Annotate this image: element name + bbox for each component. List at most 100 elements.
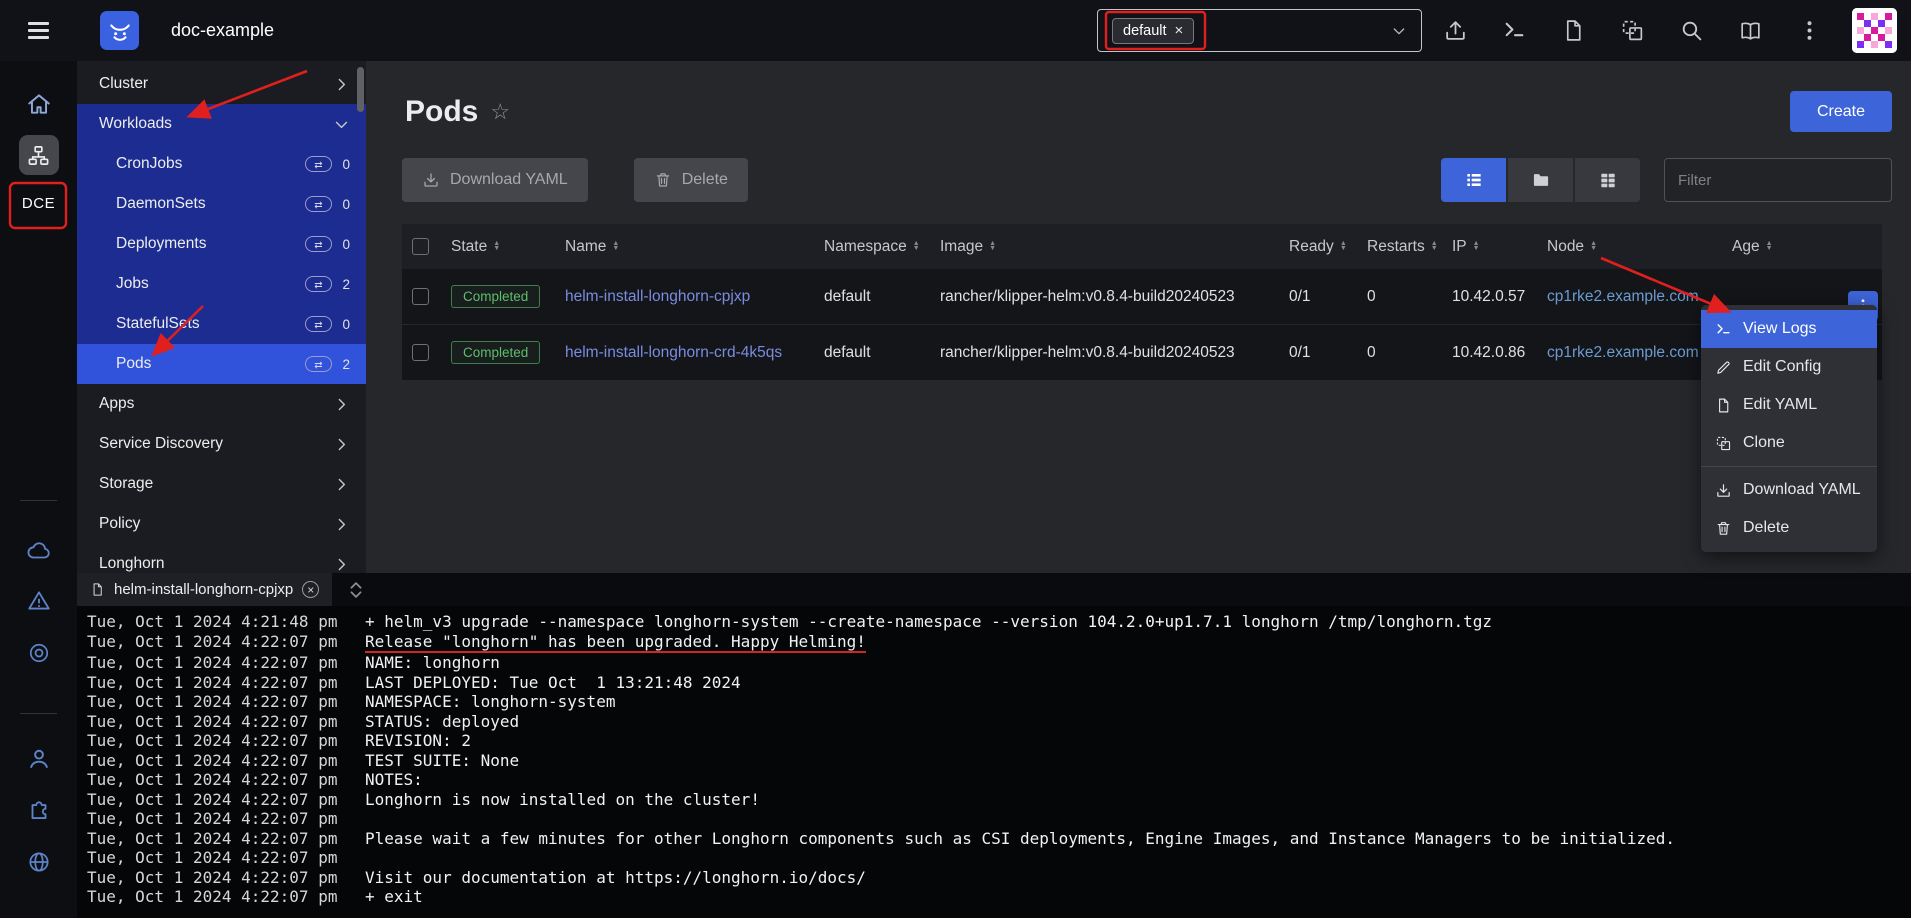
rancher-logo-icon[interactable] bbox=[100, 11, 139, 50]
sidebar-subitem[interactable]: Deployments 0 bbox=[77, 224, 366, 264]
menu-item-icon bbox=[1715, 482, 1732, 499]
kubectl-shell-icon[interactable] bbox=[1502, 18, 1527, 43]
column-header[interactable]: State bbox=[443, 238, 557, 256]
log-line: Tue, Oct 1 2024 4:22:07 pm NAME: longhor… bbox=[87, 653, 1911, 673]
menu-item-label: Download YAML bbox=[1743, 481, 1861, 499]
sort-icon bbox=[1473, 242, 1480, 251]
sidebar-subitem-label: StatefulSets bbox=[116, 315, 200, 333]
import-yaml-icon[interactable] bbox=[1443, 18, 1468, 43]
log-text: REVISION: 2 bbox=[365, 731, 471, 751]
user-icon bbox=[26, 746, 52, 772]
users-nav[interactable] bbox=[0, 746, 77, 772]
column-header[interactable]: Image bbox=[932, 238, 1281, 256]
menu-item[interactable]: View Logs bbox=[1701, 310, 1877, 348]
folder-view-button[interactable] bbox=[1508, 158, 1573, 202]
sidebar-item[interactable]: Policy bbox=[77, 504, 366, 544]
row-checkbox[interactable] bbox=[412, 344, 429, 361]
column-header[interactable]: Namespace bbox=[816, 238, 932, 256]
status-badge: Completed bbox=[451, 341, 540, 364]
cell-ready: 0/1 bbox=[1281, 288, 1359, 306]
row-checkbox[interactable] bbox=[412, 288, 429, 305]
list-view-button[interactable] bbox=[1441, 158, 1506, 202]
hamburger-menu-button[interactable] bbox=[0, 20, 77, 42]
menu-item[interactable]: Download YAML bbox=[1701, 471, 1877, 509]
sidebar-item[interactable]: Apps bbox=[77, 384, 366, 424]
file-icon[interactable] bbox=[1561, 18, 1586, 43]
sidebar-item-label: Apps bbox=[99, 395, 134, 413]
cluster-name: doc-example bbox=[171, 20, 274, 41]
log-text: NOTES: bbox=[365, 770, 423, 790]
workload-count: 0 bbox=[340, 157, 350, 172]
search-icon[interactable] bbox=[1679, 18, 1704, 43]
create-button[interactable]: Create bbox=[1790, 91, 1892, 132]
copy-icon[interactable] bbox=[1620, 18, 1645, 43]
sidebar-scrollbar[interactable] bbox=[357, 67, 364, 112]
sidebar-item-label: Service Discovery bbox=[99, 435, 223, 453]
sidebar-subitem-label: CronJobs bbox=[116, 155, 182, 173]
menu-item[interactable]: Clone bbox=[1701, 424, 1877, 462]
cell-restarts: 0 bbox=[1359, 344, 1444, 362]
menu-item[interactable]: Edit YAML bbox=[1701, 386, 1877, 424]
favorite-star-icon[interactable] bbox=[490, 99, 510, 125]
sidebar-subitem[interactable]: Jobs 2 bbox=[77, 264, 366, 304]
table-row[interactable]: Completed helm-install-longhorn-cpjxp de… bbox=[402, 269, 1882, 325]
log-tab-bar: helm-install-longhorn-cpjxp bbox=[77, 573, 1911, 606]
sort-icon bbox=[913, 242, 920, 251]
delete-button[interactable]: Delete bbox=[634, 158, 748, 202]
fleet-nav[interactable] bbox=[0, 640, 77, 666]
cell-ip: 10.42.0.86 bbox=[1444, 344, 1539, 362]
log-tab[interactable]: helm-install-longhorn-cpjxp bbox=[77, 573, 332, 606]
scale-icon bbox=[314, 355, 322, 373]
close-tab-icon[interactable] bbox=[302, 581, 319, 598]
column-header[interactable]: Restarts bbox=[1359, 238, 1444, 256]
grid-view-button[interactable] bbox=[1575, 158, 1640, 202]
sidebar-item-workloads[interactable]: Workloads bbox=[77, 104, 366, 144]
expand-panel-icon[interactable] bbox=[345, 579, 367, 601]
global-settings-nav[interactable] bbox=[0, 849, 77, 875]
download-icon bbox=[422, 171, 440, 189]
sidebar-item[interactable]: Cluster bbox=[77, 64, 366, 104]
alerts-nav[interactable] bbox=[0, 588, 77, 614]
docs-icon[interactable] bbox=[1738, 18, 1763, 43]
namespace-chip[interactable]: default bbox=[1112, 18, 1194, 44]
menu-item[interactable]: Edit Config bbox=[1701, 348, 1877, 386]
cluster-nav[interactable] bbox=[0, 135, 77, 175]
column-header[interactable]: Name bbox=[557, 238, 816, 256]
column-header[interactable]: Age bbox=[1724, 238, 1882, 256]
column-header[interactable]: IP bbox=[1444, 238, 1539, 256]
sidebar-subitem[interactable]: CronJobs 0 bbox=[77, 144, 366, 184]
column-header[interactable]: Ready bbox=[1281, 238, 1359, 256]
filter-input[interactable] bbox=[1664, 158, 1892, 202]
log-timestamp: Tue, Oct 1 2024 4:22:07 pm bbox=[87, 770, 365, 790]
select-all-checkbox[interactable] bbox=[412, 238, 429, 255]
extensions-nav[interactable] bbox=[0, 798, 77, 824]
user-avatar[interactable] bbox=[1852, 8, 1897, 53]
chevron-right-icon bbox=[333, 476, 350, 493]
namespace-filter-dropdown[interactable]: default bbox=[1097, 9, 1422, 52]
sidebar-item[interactable]: Service Discovery bbox=[77, 424, 366, 464]
node-link[interactable]: cp1rke2.example.com bbox=[1547, 344, 1699, 362]
home-nav[interactable] bbox=[0, 91, 77, 117]
rings-icon bbox=[26, 640, 52, 666]
log-line: Tue, Oct 1 2024 4:22:07 pm Release "long… bbox=[87, 632, 1911, 654]
cloud-nav[interactable] bbox=[0, 538, 77, 564]
sidebar-subitem[interactable]: Pods 2 bbox=[77, 344, 366, 384]
remove-namespace-icon[interactable] bbox=[1175, 23, 1184, 39]
log-line: Tue, Oct 1 2024 4:22:07 pm Longhorn is n… bbox=[87, 790, 1911, 810]
sidebar-subitem[interactable]: DaemonSets 0 bbox=[77, 184, 366, 224]
cluster-initials-badge[interactable]: DCE bbox=[0, 195, 77, 212]
cloud-icon bbox=[26, 538, 52, 564]
node-link[interactable]: cp1rke2.example.com bbox=[1547, 288, 1699, 306]
pod-name-link[interactable]: helm-install-longhorn-cpjxp bbox=[565, 288, 750, 306]
kebab-menu-icon[interactable] bbox=[1797, 18, 1822, 43]
sort-icon bbox=[612, 242, 619, 251]
download-yaml-button[interactable]: Download YAML bbox=[402, 158, 588, 202]
table-row[interactable]: Completed helm-install-longhorn-crd-4k5q… bbox=[402, 325, 1882, 381]
log-timestamp: Tue, Oct 1 2024 4:22:07 pm bbox=[87, 751, 365, 771]
menu-item[interactable]: Delete bbox=[1701, 509, 1877, 547]
sidebar-item[interactable]: Storage bbox=[77, 464, 366, 504]
pod-name-link[interactable]: helm-install-longhorn-crd-4k5qs bbox=[565, 344, 782, 362]
sidebar-subitem[interactable]: StatefulSets 0 bbox=[77, 304, 366, 344]
column-header[interactable]: Node bbox=[1539, 238, 1724, 256]
log-text: LAST DEPLOYED: Tue Oct 1 13:21:48 2024 bbox=[365, 673, 741, 693]
